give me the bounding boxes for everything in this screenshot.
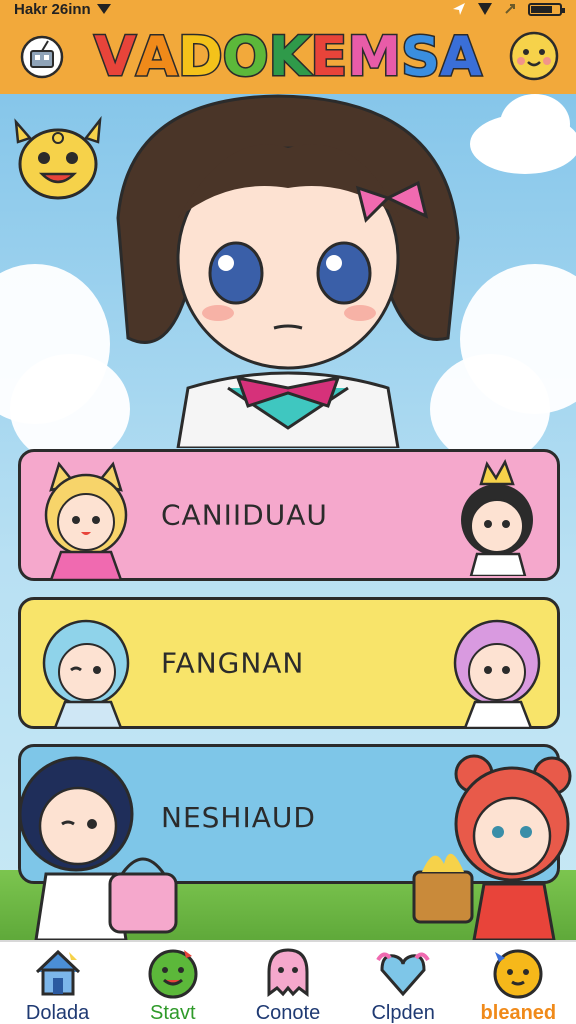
signal-icon — [96, 4, 111, 14]
title-letter: S — [400, 23, 442, 89]
battery-icon — [528, 2, 565, 16]
smiley-face-icon — [509, 31, 559, 81]
house-icon — [35, 949, 80, 996]
title-letter: V — [93, 23, 138, 89]
title-letter: O — [221, 23, 270, 89]
category-label-2: FANGNAN — [161, 646, 305, 680]
boy-with-bag-icon — [18, 756, 178, 940]
yellow-badge-icon — [14, 115, 102, 200]
box-robot-icon — [20, 35, 64, 79]
app-title: VADOKEMSA — [93, 23, 484, 89]
bear-ear-girl-icon — [412, 754, 572, 940]
category-card-1[interactable]: CANIIDUAU — [18, 449, 560, 581]
nav-item-bleaned[interactable]: bleaned — [463, 946, 573, 1024]
nav-item-start[interactable]: Stavt — [118, 946, 228, 1024]
nav-label-home: Dolada — [25, 1002, 90, 1024]
hero-character — [116, 94, 460, 448]
cloud — [500, 94, 570, 154]
status-bar: Hakr 26inn — [0, 0, 576, 18]
nav-item-clpden[interactable]: Clpden — [348, 946, 458, 1024]
app-header: VADOKEMSA — [0, 18, 576, 94]
location-icon — [453, 3, 465, 15]
title-letter: M — [346, 23, 403, 89]
title-letter: D — [176, 23, 224, 89]
category-label-1: CANIIDUAU — [161, 498, 328, 532]
box-robot-button[interactable] — [14, 28, 70, 84]
nav-label-clpden: Clpden — [371, 1002, 435, 1024]
orange-face-icon — [493, 949, 543, 999]
nav-label-start: Stavt — [149, 1002, 196, 1024]
nav-item-home[interactable]: Dolada — [3, 946, 113, 1024]
nav-label-conote: Conote — [255, 1002, 321, 1024]
pink-ghost-icon — [267, 948, 309, 997]
cat-ear-girl-icon — [44, 461, 128, 580]
title-letter: A — [135, 23, 180, 89]
pink-hair-girl-icon — [453, 619, 541, 728]
status-time: Hakr 26inn — [14, 0, 91, 18]
blue-hair-girl-icon — [42, 619, 130, 728]
category-card-2[interactable]: FANGNAN — [18, 597, 560, 729]
status-right — [452, 2, 565, 16]
title-letter: K — [267, 23, 312, 89]
title-letter: E — [309, 23, 349, 89]
status-left: Hakr 26inn — [14, 1, 111, 18]
green-blob-icon — [148, 949, 198, 999]
smiley-button[interactable] — [506, 28, 562, 84]
heart-gem-icon — [376, 952, 430, 997]
bottom-nav: Dolada Stavt Conote Clpden bleaned — [0, 940, 576, 1024]
crown-girl-icon — [461, 459, 533, 576]
bluetooth-icon — [505, 4, 515, 14]
title-letter: A — [438, 23, 483, 89]
battery-fill — [531, 5, 552, 13]
wifi-icon — [478, 3, 492, 15]
nav-item-conote[interactable]: Conote — [233, 946, 343, 1024]
nav-label-bleaned: bleaned — [480, 1002, 557, 1024]
